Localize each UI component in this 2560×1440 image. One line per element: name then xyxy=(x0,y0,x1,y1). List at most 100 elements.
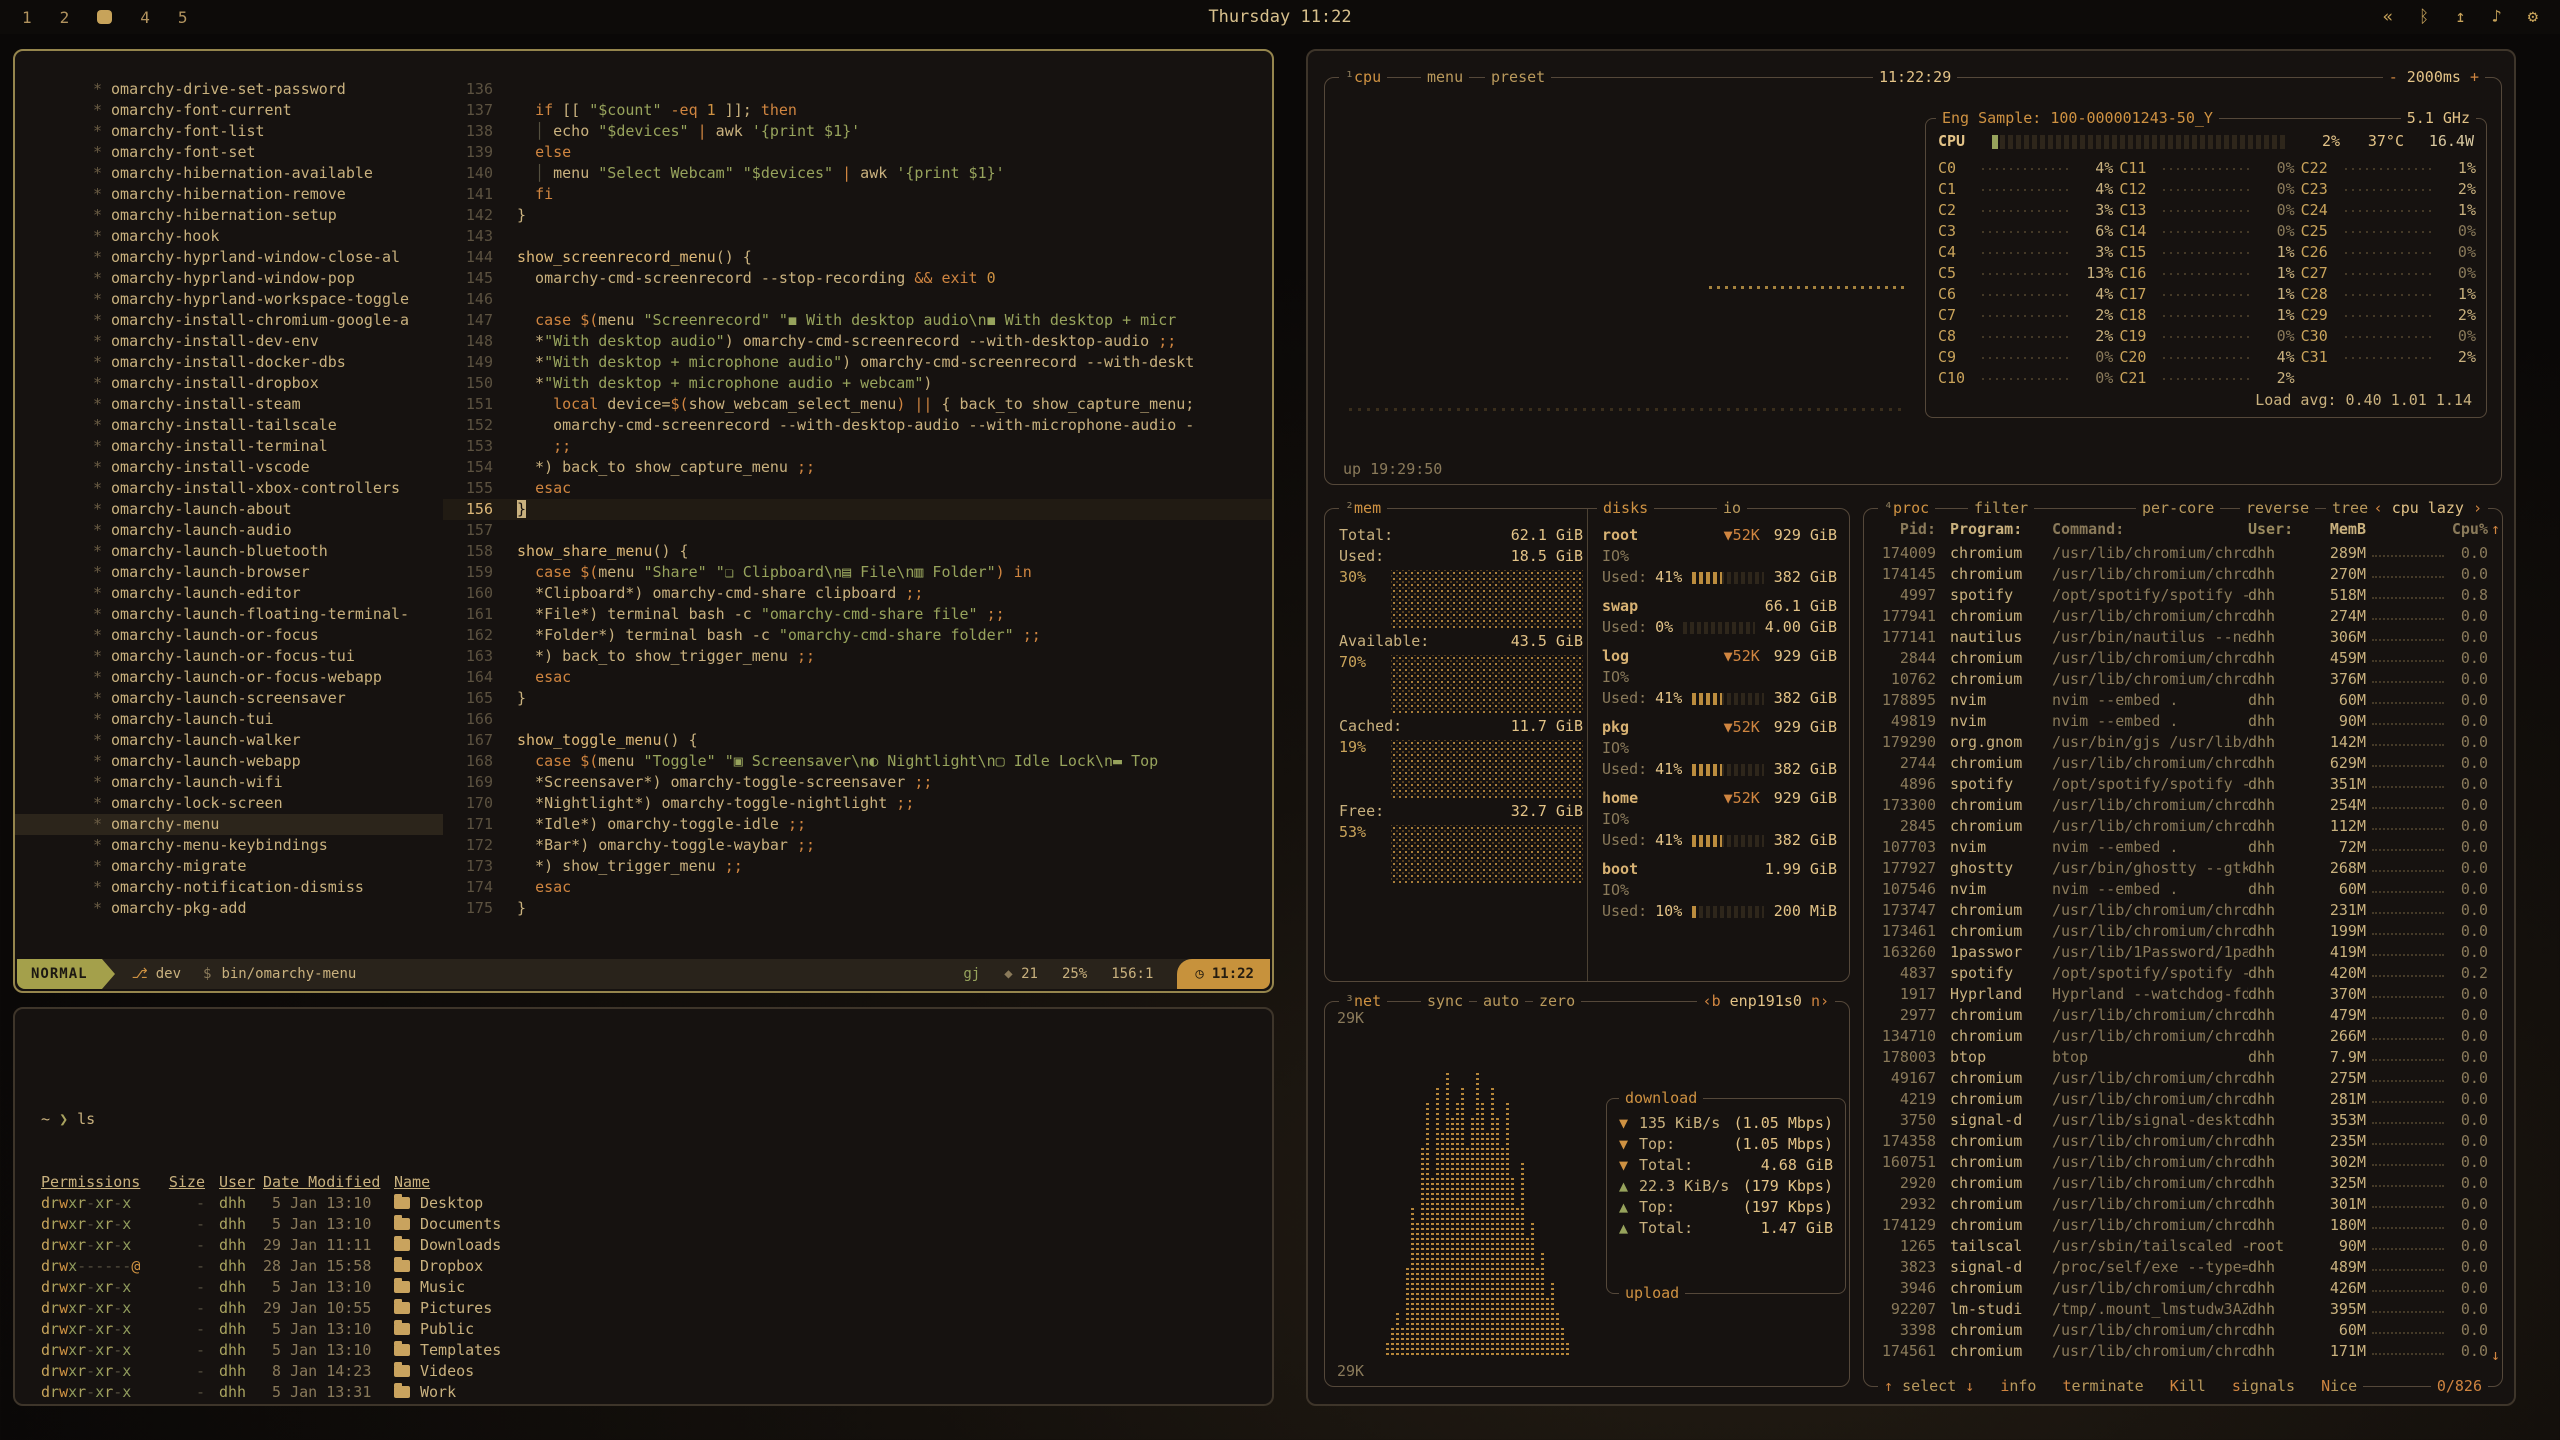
file-list-item[interactable]: *omarchy-launch-about xyxy=(15,499,443,520)
file-list-item[interactable]: *omarchy-install-tailscale xyxy=(15,415,443,436)
command-column-header[interactable]: Command: xyxy=(2040,519,2248,540)
network-icon[interactable]: ↥ xyxy=(2455,7,2465,27)
process-row[interactable]: 49819nvimnvim --embed .dhh90M0.0 xyxy=(1872,711,2494,732)
file-list-item[interactable]: *omarchy-font-current xyxy=(15,100,443,121)
scroll-up-icon[interactable]: ↑ xyxy=(2491,519,2500,540)
pid-column-header[interactable]: Pid: xyxy=(1872,519,1936,540)
interval-increase-button[interactable]: + xyxy=(2470,68,2479,86)
bluetooth-icon[interactable]: ᛒ xyxy=(2419,7,2429,27)
file-list-item[interactable]: *omarchy-hyprland-window-close-al xyxy=(15,247,443,268)
net-zero-button[interactable]: zero xyxy=(1533,991,1581,1012)
menu-button[interactable]: menu xyxy=(1421,67,1469,88)
reverse-button[interactable]: reverse xyxy=(2240,498,2315,519)
process-row[interactable]: 177927ghostty/usr/bin/ghostty --gtk-dhh2… xyxy=(1872,858,2494,879)
file-list-item[interactable]: *omarchy-install-dev-env xyxy=(15,331,443,352)
process-row[interactable]: 4219chromium/usr/lib/chromium/chromdhh28… xyxy=(1872,1089,2494,1110)
file-list-item[interactable]: *omarchy-install-dropbox xyxy=(15,373,443,394)
iface-prev-button[interactable]: ‹b xyxy=(1703,992,1721,1010)
file-list-item[interactable]: *omarchy-launch-or-focus-webapp xyxy=(15,667,443,688)
process-row[interactable]: 174129chromium/usr/lib/chromium/chromdhh… xyxy=(1872,1215,2494,1236)
process-row[interactable]: 160751chromium/usr/lib/chromium/chromdhh… xyxy=(1872,1152,2494,1173)
process-row[interactable]: 174358chromium/usr/lib/chromium/chromdhh… xyxy=(1872,1131,2494,1152)
file-list-item[interactable]: *omarchy-launch-browser xyxy=(15,562,443,583)
process-row[interactable]: 173461chromium/usr/lib/chromium/chromdhh… xyxy=(1872,921,2494,942)
footer-terminate-button[interactable]: terminate xyxy=(2062,1376,2143,1397)
process-row[interactable]: 3398chromium/usr/lib/chromium/chromdhh60… xyxy=(1872,1320,2494,1341)
user-column-header[interactable]: User: xyxy=(2248,519,2304,540)
file-list-item[interactable]: *omarchy-launch-or-focus xyxy=(15,625,443,646)
workspace-2[interactable]: 2 xyxy=(60,8,70,27)
preset-button[interactable]: preset xyxy=(1485,67,1551,88)
mem-column-header[interactable]: MemB xyxy=(2304,519,2366,540)
per-core-button[interactable]: per-core xyxy=(2136,498,2220,519)
footer-signals-button[interactable]: signals xyxy=(2232,1376,2295,1397)
process-row[interactable]: 2932chromium/usr/lib/chromium/chromdhh30… xyxy=(1872,1194,2494,1215)
topbar-clock[interactable]: Thursday 11:22 xyxy=(1208,7,1351,27)
volume-icon[interactable]: ♪ xyxy=(2492,7,2502,27)
sort-prev-button[interactable]: ‹ xyxy=(2374,499,2383,517)
file-list-item[interactable]: *omarchy-launch-bluetooth xyxy=(15,541,443,562)
file-list-item[interactable]: *omarchy-launch-walker xyxy=(15,730,443,751)
file-list-item[interactable]: *omarchy-launch-wifi xyxy=(15,772,443,793)
select-up-icon[interactable]: ↑ xyxy=(1884,1377,1893,1395)
file-list-item[interactable]: *omarchy-migrate xyxy=(15,856,443,877)
file-list-item[interactable]: *omarchy-launch-tui xyxy=(15,709,443,730)
process-row[interactable]: 2744chromium/usr/lib/chromium/chromdhh62… xyxy=(1872,753,2494,774)
net-sync-button[interactable]: sync xyxy=(1421,991,1469,1012)
process-row[interactable]: 10762chromium/usr/lib/chromium/chromdhh3… xyxy=(1872,669,2494,690)
footer-info-button[interactable]: info xyxy=(2000,1376,2036,1397)
process-row[interactable]: 4896spotify/opt/spotify/spotify --dhh351… xyxy=(1872,774,2494,795)
footer-nice-button[interactable]: Nice xyxy=(2321,1376,2357,1397)
cpu-column-header[interactable]: Cpu% xyxy=(2450,519,2494,540)
workspace-active-indicator[interactable] xyxy=(97,10,112,24)
file-list-item[interactable]: *omarchy-hook xyxy=(15,226,443,247)
file-list-item[interactable]: *omarchy-font-list xyxy=(15,121,443,142)
workspace-4[interactable]: 4 xyxy=(140,8,150,27)
process-row[interactable]: 1632601passwor/usr/lib/1Password/1pasdhh… xyxy=(1872,942,2494,963)
mem-panel-title[interactable]: ²mem xyxy=(1339,498,1387,519)
select-control[interactable]: ↑ select ↓ xyxy=(1884,1376,1974,1397)
process-row[interactable]: 107546nvimnvim --embed .dhh60M0.0 xyxy=(1872,879,2494,900)
process-row[interactable]: 173300chromium/usr/lib/chromium/chromdhh… xyxy=(1872,795,2494,816)
process-row[interactable]: 174145chromium/usr/lib/chromium/chromdhh… xyxy=(1872,564,2494,585)
file-list-item[interactable]: *omarchy-hibernation-setup xyxy=(15,205,443,226)
process-row[interactable]: 173747chromium/usr/lib/chromium/chromdhh… xyxy=(1872,900,2494,921)
process-row[interactable]: 178003btopbtopdhh7.9M0.0 xyxy=(1872,1047,2494,1068)
process-row[interactable]: 174009chromium/usr/lib/chromium/chromdhh… xyxy=(1872,543,2494,564)
sort-next-button[interactable]: › xyxy=(2473,499,2482,517)
file-list-item[interactable]: *omarchy-launch-screensaver xyxy=(15,688,443,709)
file-list-item[interactable]: *omarchy-install-terminal xyxy=(15,436,443,457)
file-list-item[interactable]: *omarchy-drive-set-password xyxy=(15,79,443,100)
workspace-1[interactable]: 1 xyxy=(22,8,32,27)
file-list-item[interactable]: *omarchy-menu xyxy=(15,814,443,835)
terminal-body[interactable]: ~ ❯ ls PermissionsSizeUserDate ModifiedN… xyxy=(15,1009,1272,1440)
file-list-item[interactable]: *omarchy-launch-or-focus-tui xyxy=(15,646,443,667)
file-list-item[interactable]: *omarchy-menu-keybindings xyxy=(15,835,443,856)
file-list-item[interactable]: *omarchy-install-xbox-controllers xyxy=(15,478,443,499)
process-row[interactable]: 174561chromium/usr/lib/chromium/chromdhh… xyxy=(1872,1341,2494,1362)
process-row[interactable]: 2977chromium/usr/lib/chromium/chromdhh47… xyxy=(1872,1005,2494,1026)
file-list-item[interactable]: *omarchy-launch-audio xyxy=(15,520,443,541)
process-row[interactable]: 4837spotify/opt/spotify/spotify --dhh420… xyxy=(1872,963,2494,984)
process-row[interactable]: 177941chromium/usr/lib/chromium/chromdhh… xyxy=(1872,606,2494,627)
scroll-down-icon[interactable]: ↓ xyxy=(2491,1345,2500,1366)
process-row[interactable]: 134710chromium/usr/lib/chromium/chromdhh… xyxy=(1872,1026,2494,1047)
process-row[interactable]: 1917HyprlandHyprland --watchdog-fddhh370… xyxy=(1872,984,2494,1005)
settings-icon[interactable]: ⚙ xyxy=(2528,7,2538,27)
process-row[interactable]: 1265tailscal/usr/sbin/tailscaled --root9… xyxy=(1872,1236,2494,1257)
process-row[interactable]: 2920chromium/usr/lib/chromium/chromdhh32… xyxy=(1872,1173,2494,1194)
file-list-item[interactable]: *omarchy-pkg-add xyxy=(15,898,443,919)
file-list-item[interactable]: *omarchy-hibernation-remove xyxy=(15,184,443,205)
process-row[interactable]: 3750signal-d/usr/lib/signal-desktopdhh35… xyxy=(1872,1110,2494,1131)
process-row[interactable]: 179290org.gnom/usr/bin/gjs /usr/lib/odhh… xyxy=(1872,732,2494,753)
file-list-item[interactable]: *omarchy-hibernation-available xyxy=(15,163,443,184)
disk-entry[interactable]: swap66.1 GiBUsed:0%4.00 GiB xyxy=(1602,596,1837,638)
file-list-item[interactable]: *omarchy-hyprland-workspace-toggle xyxy=(15,289,443,310)
disk-entry[interactable]: pkg▼52K929 GiBIO%Used:41%382 GiB xyxy=(1602,717,1837,780)
iface-next-button[interactable]: n› xyxy=(1811,992,1829,1010)
disk-entry[interactable]: home▼52K929 GiBIO%Used:41%382 GiB xyxy=(1602,788,1837,851)
process-row[interactable]: 177141nautilus/usr/bin/nautilus --newdhh… xyxy=(1872,627,2494,648)
disk-entry[interactable]: root▼52K929 GiBIO%Used:41%382 GiB xyxy=(1602,525,1837,588)
net-auto-button[interactable]: auto xyxy=(1477,991,1525,1012)
file-list-item[interactable]: *omarchy-install-docker-dbs xyxy=(15,352,443,373)
